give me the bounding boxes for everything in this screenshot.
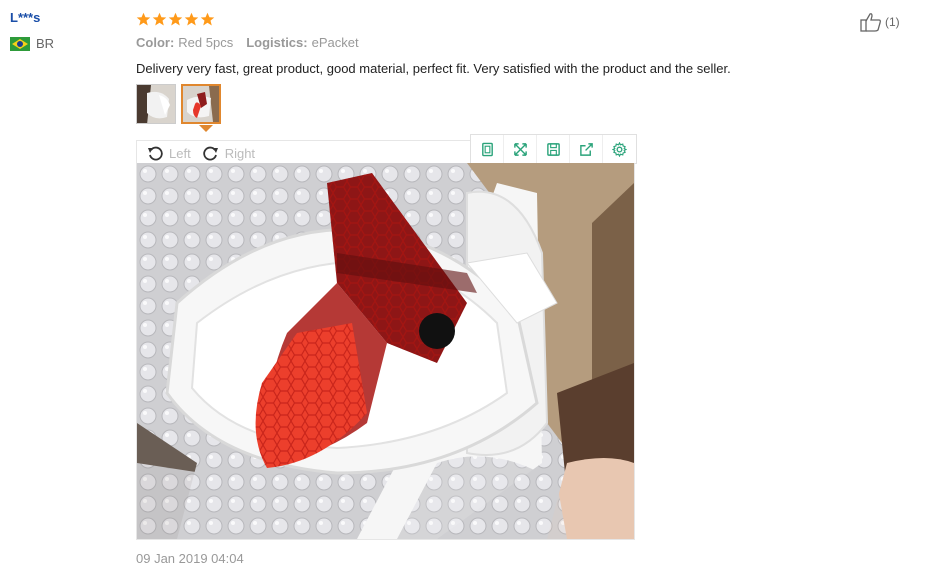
rotate-left-icon — [148, 146, 163, 161]
review-date: 09 Jan 2019 04:04 — [136, 551, 244, 566]
rotate-controls: Left Right — [147, 143, 267, 163]
photo-thumbnails — [136, 84, 226, 124]
fullscreen-button[interactable] — [504, 135, 537, 163]
viewer-toolbar — [470, 134, 637, 164]
review-meta: Color: Red 5pcs Logistics: ePacket — [136, 35, 816, 52]
star-icon — [136, 12, 151, 25]
logistics-label: Logistics: — [246, 35, 308, 50]
star-icon — [200, 12, 215, 25]
helpful-count: (1) — [885, 15, 900, 29]
review-photo-image — [137, 163, 634, 539]
rotate-right-icon — [203, 146, 218, 161]
rotate-right-button[interactable]: Right — [203, 145, 255, 161]
color-label: Color: — [136, 35, 175, 50]
reviewer-name[interactable]: L***s — [10, 10, 120, 28]
rotate-left-label: Left — [169, 145, 191, 161]
star-icon — [184, 12, 199, 25]
reviewer-country: BR — [10, 36, 120, 51]
star-icon — [168, 12, 183, 25]
helpful-button[interactable]: (1) — [860, 12, 900, 32]
save-icon — [546, 142, 560, 156]
fit-screen-icon — [481, 142, 493, 156]
logistics-value: ePacket — [311, 35, 359, 50]
thumbs-up-icon — [860, 13, 881, 32]
rotate-left-button[interactable]: Left — [147, 145, 191, 161]
photo-thumbnail[interactable] — [136, 84, 176, 124]
settings-button[interactable] — [603, 135, 636, 163]
country-code: BR — [36, 36, 55, 51]
fullscreen-icon — [513, 142, 527, 156]
save-button[interactable] — [537, 135, 570, 163]
share-icon — [579, 142, 593, 156]
star-icon — [152, 12, 167, 25]
photo-viewer: Left Right — [136, 134, 637, 540]
fit-screen-button[interactable] — [471, 135, 504, 163]
rotate-right-label: Right — [224, 145, 256, 161]
review-body: Color: Red 5pcs Logistics: ePacket Deliv… — [136, 10, 816, 79]
photo-thumbnail-selected[interactable] — [181, 84, 221, 124]
share-button[interactable] — [570, 135, 603, 163]
review-text: Delivery very fast, great product, good … — [136, 61, 731, 76]
brazil-flag-icon — [10, 36, 30, 51]
color-value: Red 5pcs — [178, 35, 234, 50]
selected-thumbnail-pointer — [199, 125, 213, 132]
settings-icon — [612, 141, 627, 157]
reviewer-info: L***s BR — [10, 10, 120, 51]
review-photo[interactable] — [137, 163, 634, 539]
star-rating — [136, 10, 816, 28]
